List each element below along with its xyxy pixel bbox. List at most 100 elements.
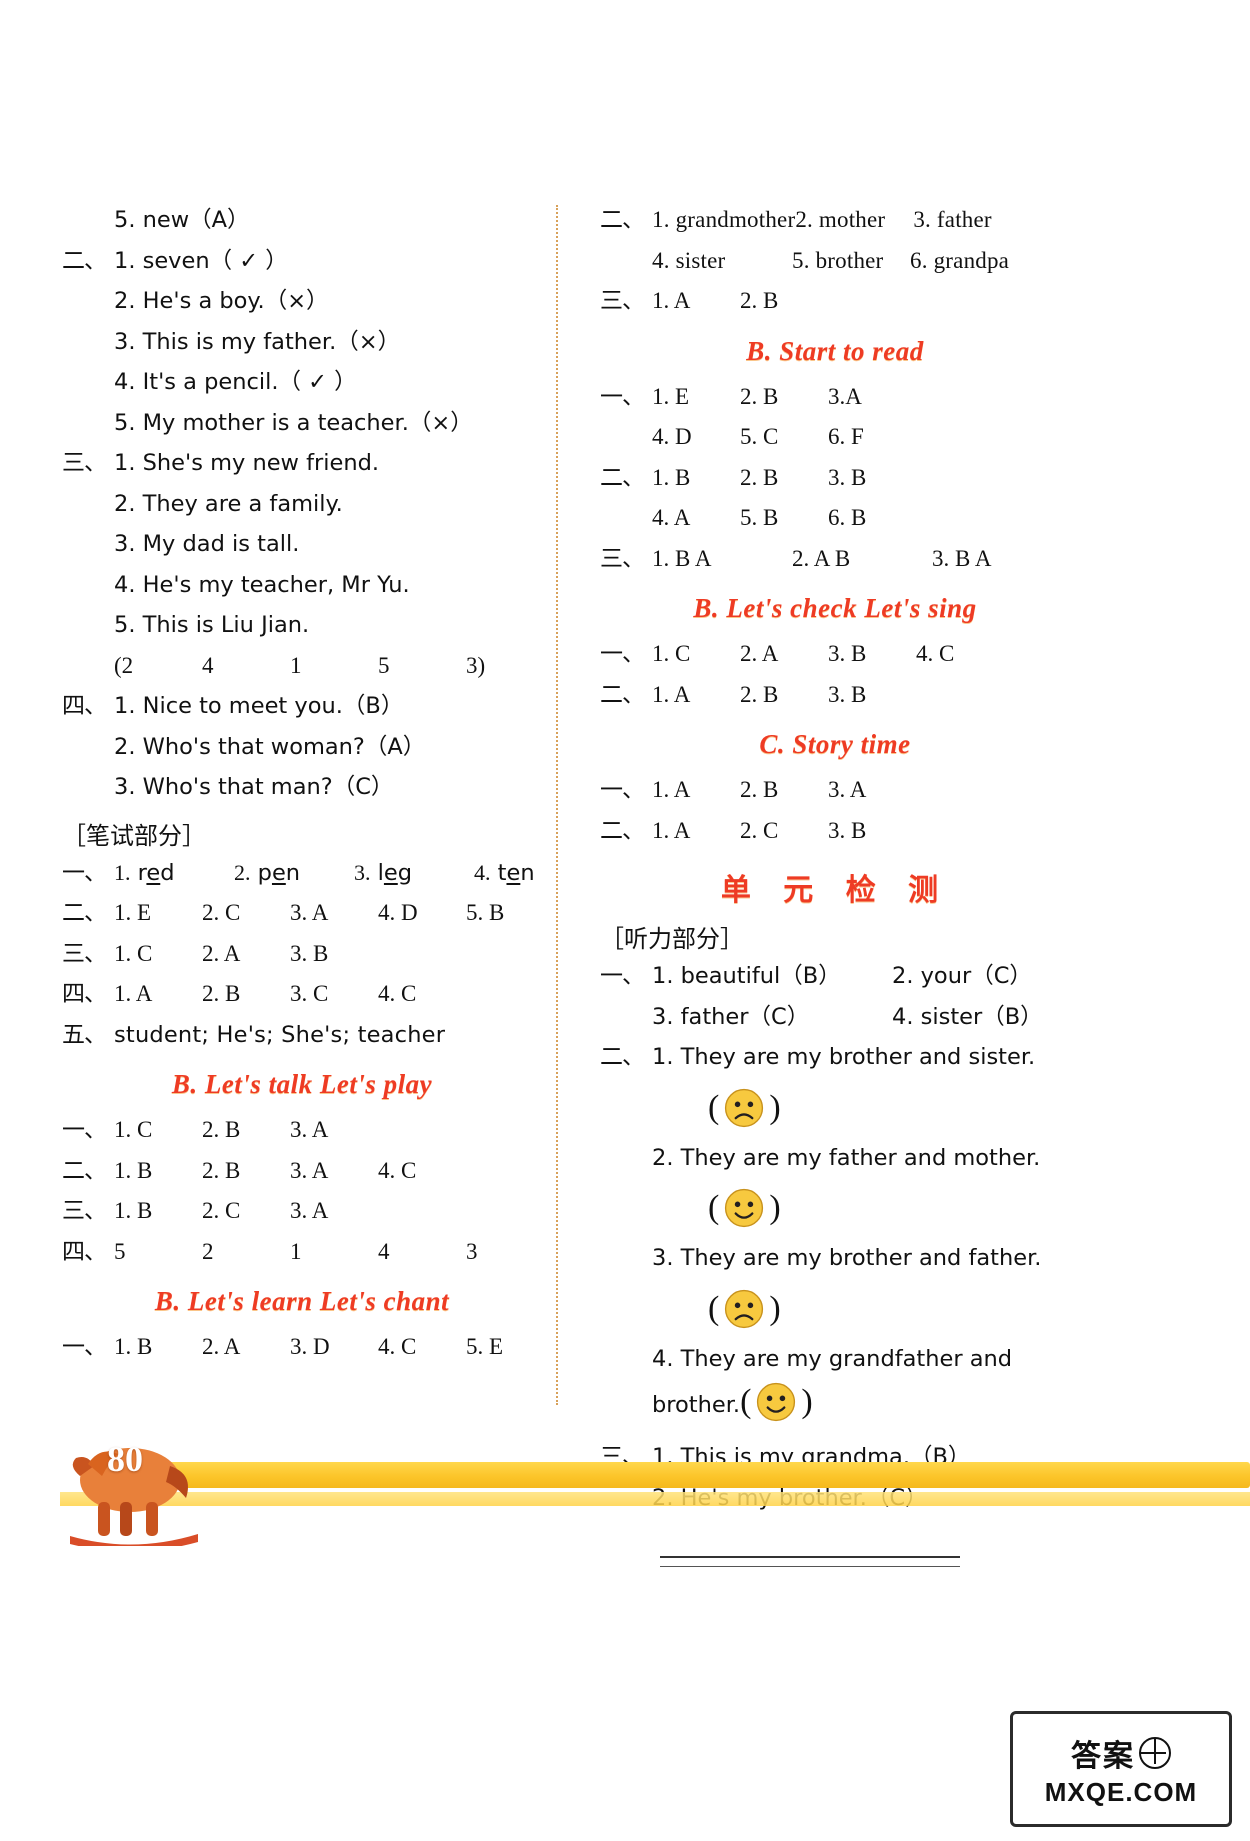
answer-line: 一 2. Who's that woman?（A） — [62, 727, 542, 768]
answer-item: 2 — [202, 1238, 214, 1264]
answer-line: 一、 1. beautiful（B） 2. your（C） — [600, 956, 1070, 997]
phonics-word: 4. ten — [474, 860, 535, 886]
happy-face-icon — [753, 1379, 799, 1425]
answer-line: 二、 1. A 2. B 3. B — [600, 675, 1070, 716]
answer-item: 3. A — [828, 777, 867, 802]
answer-item: 4. sister（B） — [892, 1003, 1043, 1030]
answer-item: 1. grandmother — [652, 207, 796, 232]
answer-line: 一 2. They are my father and mother. — [600, 1138, 1070, 1179]
answer-item: 1. A — [114, 981, 153, 1006]
answer-item: 1 — [290, 1238, 302, 1264]
answer-key-page: 一 5. new（A） 二、 1. seven（ ✓ ） 一 2. He's a… — [0, 0, 1250, 1841]
answer-item: 3 — [466, 1238, 478, 1264]
answer-item: 1. A — [652, 288, 691, 313]
answer-line: 二、 1. A 2. C 3. B — [600, 811, 1070, 852]
right-paren: ) — [801, 1383, 813, 1420]
answer-item: 4. C — [378, 981, 417, 1006]
answers: 1. E 2. C 3. A 4. D 5. B — [114, 900, 504, 926]
answer-text: 3. Who's that man?（C） — [114, 774, 394, 800]
answer-item: 3. B — [828, 641, 867, 666]
answer-item: 3. B A — [932, 545, 992, 571]
answer-line: 三、 1. B A 2. A B 3. B A — [600, 539, 1070, 580]
answers: 1. B 2. C 3. A — [114, 1198, 328, 1224]
answer-item: 4. D — [378, 900, 418, 925]
sad-face-icon — [721, 1085, 767, 1131]
answer-item: 6. F — [828, 424, 864, 449]
watermark-badge: 答案 MXQE.COM — [1010, 1711, 1232, 1827]
order-open: (2 — [114, 652, 134, 678]
answer-line: 二、 1. grandmother 2. mother 3. father — [600, 200, 1070, 241]
answer-line-continuation: 一 brother. ( ) — [600, 1379, 1070, 1437]
answer-item: 4. C — [916, 641, 955, 666]
ordering-values: (2 4 1 5 3) — [114, 653, 485, 679]
answer-text: 2. Who's that woman?（A） — [114, 733, 426, 760]
section-marker: 五、 — [62, 1021, 107, 1047]
answers: 1. C 2. B 3. A — [114, 1117, 328, 1143]
answer-item: 2. B — [202, 1117, 241, 1142]
answer-item: 2. C — [202, 900, 241, 925]
answer-line: 一、 1. E 2. B 3.A — [600, 377, 1070, 418]
answer-line: 一 2. They are a family. — [62, 484, 542, 525]
listening-answers-group: 一 5. new（A） 二、 1. seven（ ✓ ） 一 2. He's a… — [62, 200, 542, 808]
answers: 1. B A 2. A B 3. B A — [652, 546, 991, 572]
answer-item: 2. B — [740, 777, 779, 802]
answer-line: 一 4. A 5. B 6. B — [600, 498, 1070, 539]
section-heading-story-time: C. Story time — [759, 729, 911, 759]
answer-line: 二、 1. B 2. B 3. A 4. C — [62, 1151, 542, 1192]
section-marker: 二、 — [600, 681, 645, 707]
answers: 1. A 2. B 3. B — [652, 682, 866, 708]
watermark-domain: MXQE.COM — [1044, 1776, 1198, 1807]
answer-item: 3. B — [828, 681, 867, 707]
right-paren: ) — [769, 1189, 781, 1226]
answer-item: 1. A — [652, 777, 691, 802]
answers: 4. A 5. B 6. B — [652, 505, 866, 531]
answer-line: 三、 1. A 2. B — [600, 281, 1070, 322]
answer-item: 4. C — [378, 1157, 417, 1183]
section-marker: 三、 — [600, 288, 645, 313]
answer-text: 1. Nice to meet you.（B） — [114, 693, 404, 719]
answer-text: 5. This is Liu Jian. — [114, 612, 310, 638]
item-number: 2. — [234, 859, 251, 885]
answers: 4. D 5. C 6. F — [652, 424, 864, 450]
phonics-word: 2. pen — [234, 860, 354, 886]
answers: 1. A 2. B — [652, 288, 778, 314]
answer-line: 一 5. My mother is a teacher.（×） — [62, 403, 542, 444]
right-column: 二、 1. grandmother 2. mother 3. father 一 … — [600, 200, 1070, 1518]
answer-line: 三、 1. C 2. A 3. B — [62, 934, 542, 975]
answer-line: 一 5. This is Liu Jian. — [62, 605, 542, 646]
section-marker: 四、 — [62, 693, 107, 718]
left-paren: ( — [708, 1189, 720, 1226]
section-marker: 三、 — [62, 940, 107, 966]
answer-item: 2. C — [202, 1198, 241, 1223]
section-marker: 二、 — [62, 900, 107, 925]
answers: 1. B 2. B 3. A 4. C — [114, 1158, 416, 1184]
order-value: 5 — [378, 652, 390, 678]
answer-line: 五、 student; He's; She's; teacher — [62, 1015, 542, 1056]
section-marker: 二、 — [600, 464, 645, 490]
phonics-word: 3. leg — [354, 860, 474, 886]
ordering-answer-line: 一 (2 4 1 5 3) — [62, 646, 542, 687]
answer-item: 2. B — [202, 1157, 241, 1183]
answer-line: 一 5. new（A） — [62, 200, 542, 241]
section-marker: 一、 — [62, 1117, 107, 1142]
phonics-answer-line: 一、 1. red 2. pen 3. leg 4. ten — [62, 853, 542, 894]
answer-text-continued: brother. — [652, 1392, 741, 1418]
section-marker: 二、 — [600, 817, 645, 843]
answer-item: 1. B — [652, 464, 691, 490]
answer-line: 一、 1. B 2. A 3. D 4. C 5. E — [62, 1327, 542, 1368]
answer-item: 5. C — [740, 424, 779, 449]
answer-text: 3. This is my father.（×） — [114, 328, 401, 355]
answer-line: 三、 1. B 2. C 3. A — [62, 1191, 542, 1232]
answer-text: 1. seven（ ✓ ） — [114, 247, 288, 274]
answer-item: 4. sister — [652, 247, 726, 273]
answer-text: student; He's; She's; teacher — [114, 1021, 446, 1048]
item-number: 1. — [114, 859, 131, 885]
answer-text: 4. They are my grandfather and — [652, 1345, 1013, 1372]
answers: 1. B 2. B 3. B — [652, 465, 866, 491]
answer-text: 5. new（A） — [114, 207, 250, 233]
word-underlined: e — [146, 859, 161, 886]
answer-item: 3. father — [913, 207, 992, 232]
section-marker: 二、 — [62, 1157, 107, 1183]
face-answer-line: ( ) — [600, 1078, 1070, 1138]
answer-line: 一 3. They are my brother and father. — [600, 1238, 1070, 1279]
